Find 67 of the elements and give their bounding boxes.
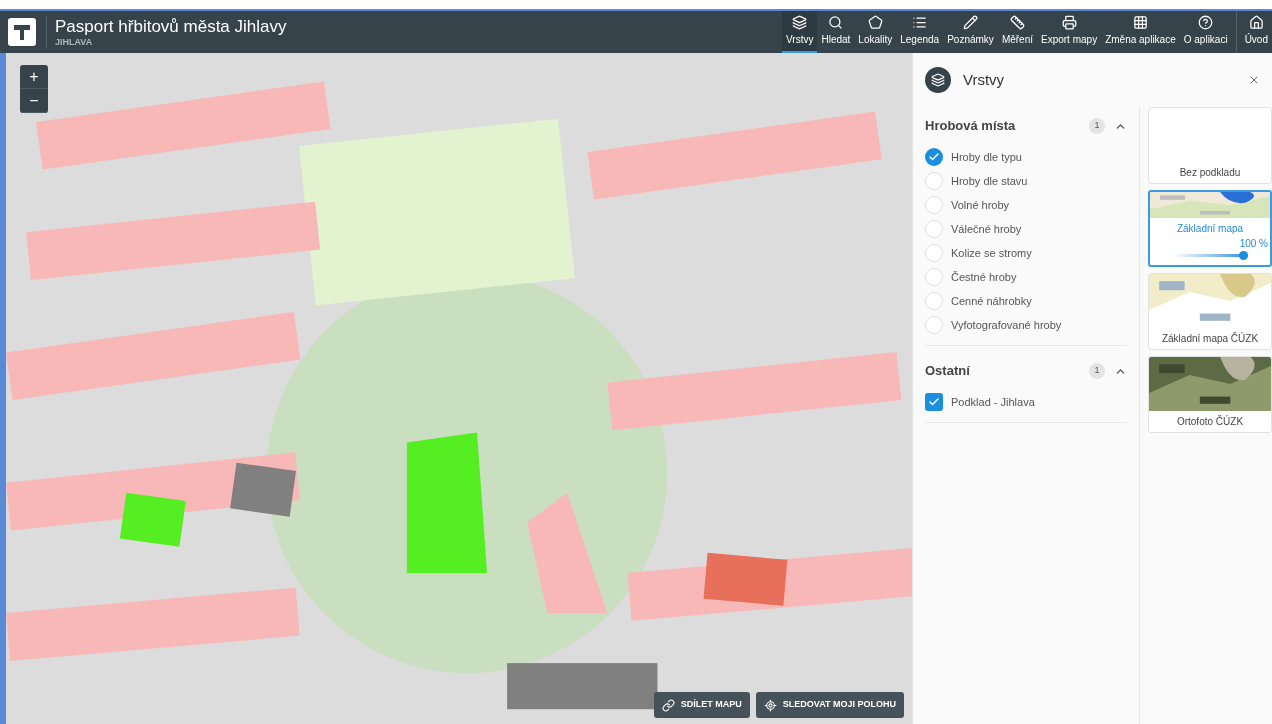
basemap-label: Základní mapa ČÚZK [1160, 331, 1260, 346]
basemap-card[interactable]: Ortofoto ČÚZK [1148, 356, 1272, 433]
locate-icon [763, 698, 777, 712]
close-icon[interactable] [1248, 74, 1260, 86]
help-icon [1198, 15, 1214, 30]
share-map-button[interactable]: SDÍLET MAPU [653, 692, 750, 718]
layers-icon [792, 15, 808, 30]
link-icon [661, 698, 675, 712]
logo-icon [8, 18, 36, 46]
app-title: Pasport hřbitovů města Jihlavy [55, 15, 287, 37]
printer-icon [1061, 15, 1077, 30]
pencil-icon [963, 15, 979, 30]
list-icon [912, 15, 928, 30]
app-subtitle: JIHLAVA [55, 37, 94, 49]
toolbar-tab[interactable]: Export mapy [1037, 11, 1102, 53]
layer-label: Hroby dle typu [951, 149, 1022, 165]
group-count: 1 [1089, 118, 1105, 134]
toolbar-tab[interactable]: Legenda [896, 11, 944, 53]
check-icon [928, 396, 940, 408]
map-view[interactable]: + − SDÍLET MAPU SLEDOVAT MOJI POLOHU [6, 53, 912, 724]
layer-label: Hroby dle stavu [951, 173, 1028, 189]
radio-button[interactable] [925, 196, 943, 214]
basemap-card[interactable]: Základní mapa 100 % [1148, 190, 1272, 267]
layers-icon [925, 67, 951, 93]
radio-button[interactable] [925, 244, 943, 262]
group-count: 1 [1089, 363, 1105, 379]
layer-label: Kolize se stromy [951, 245, 1032, 261]
slider-thumb[interactable] [1239, 251, 1248, 260]
basemap-label: Ortofoto ČÚZK [1175, 414, 1245, 429]
check-icon [928, 151, 940, 163]
zoom-out-button[interactable]: − [20, 89, 48, 113]
zoom-in-button[interactable]: + [20, 65, 48, 89]
ruler-icon [1009, 15, 1025, 30]
layer-label: Čestné hroby [951, 269, 1017, 285]
basemap-label: Základní mapa [1175, 222, 1245, 236]
layer-label: Válečné hroby [951, 221, 1022, 237]
basemap-card[interactable]: Základní mapa ČÚZK [1148, 273, 1272, 350]
layer-label: Cenné náhrobky [951, 293, 1032, 309]
opacity-value: 100 % [1238, 239, 1269, 249]
toolbar-tab[interactable]: Hledat [817, 11, 855, 53]
grid-icon [1132, 15, 1148, 30]
opacity-slider[interactable] [1172, 251, 1248, 261]
house-icon [1248, 15, 1264, 30]
layer-label: Vyfotografované hroby [951, 317, 1062, 333]
radio-button[interactable] [925, 148, 943, 166]
toolbar-tab[interactable]: Změna aplikace [1101, 11, 1180, 53]
toolbar-tab[interactable]: Vrstvy [782, 11, 818, 53]
basemap-label: Bez podkladu [1178, 166, 1242, 180]
checkbox[interactable] [925, 393, 943, 411]
radio-button[interactable] [925, 292, 943, 310]
polygon-icon [867, 15, 883, 30]
radio-button[interactable] [925, 268, 943, 286]
toolbar-tab[interactable]: Poznámky [943, 11, 998, 53]
layer-label: Volné hroby [951, 197, 1010, 213]
radio-button[interactable] [925, 220, 943, 238]
panel-title: Vrstvy [963, 69, 1005, 90]
layer-label: Podklad - Jihlava [951, 394, 1035, 410]
group-title: Ostatní [925, 362, 970, 381]
radio-button[interactable] [925, 316, 943, 334]
toolbar-tab[interactable]: O aplikaci [1179, 11, 1232, 53]
search-icon [828, 15, 844, 30]
radio-button[interactable] [925, 172, 943, 190]
group-title: Hrobová místa [925, 117, 1016, 136]
toolbar-tab[interactable]: Lokality [854, 11, 897, 53]
track-location-button[interactable]: SLEDOVAT MOJI POLOHU [755, 692, 904, 718]
toolbar-tab[interactable]: Měření [997, 11, 1037, 53]
basemap-card[interactable]: Bez podkladu [1148, 107, 1272, 184]
